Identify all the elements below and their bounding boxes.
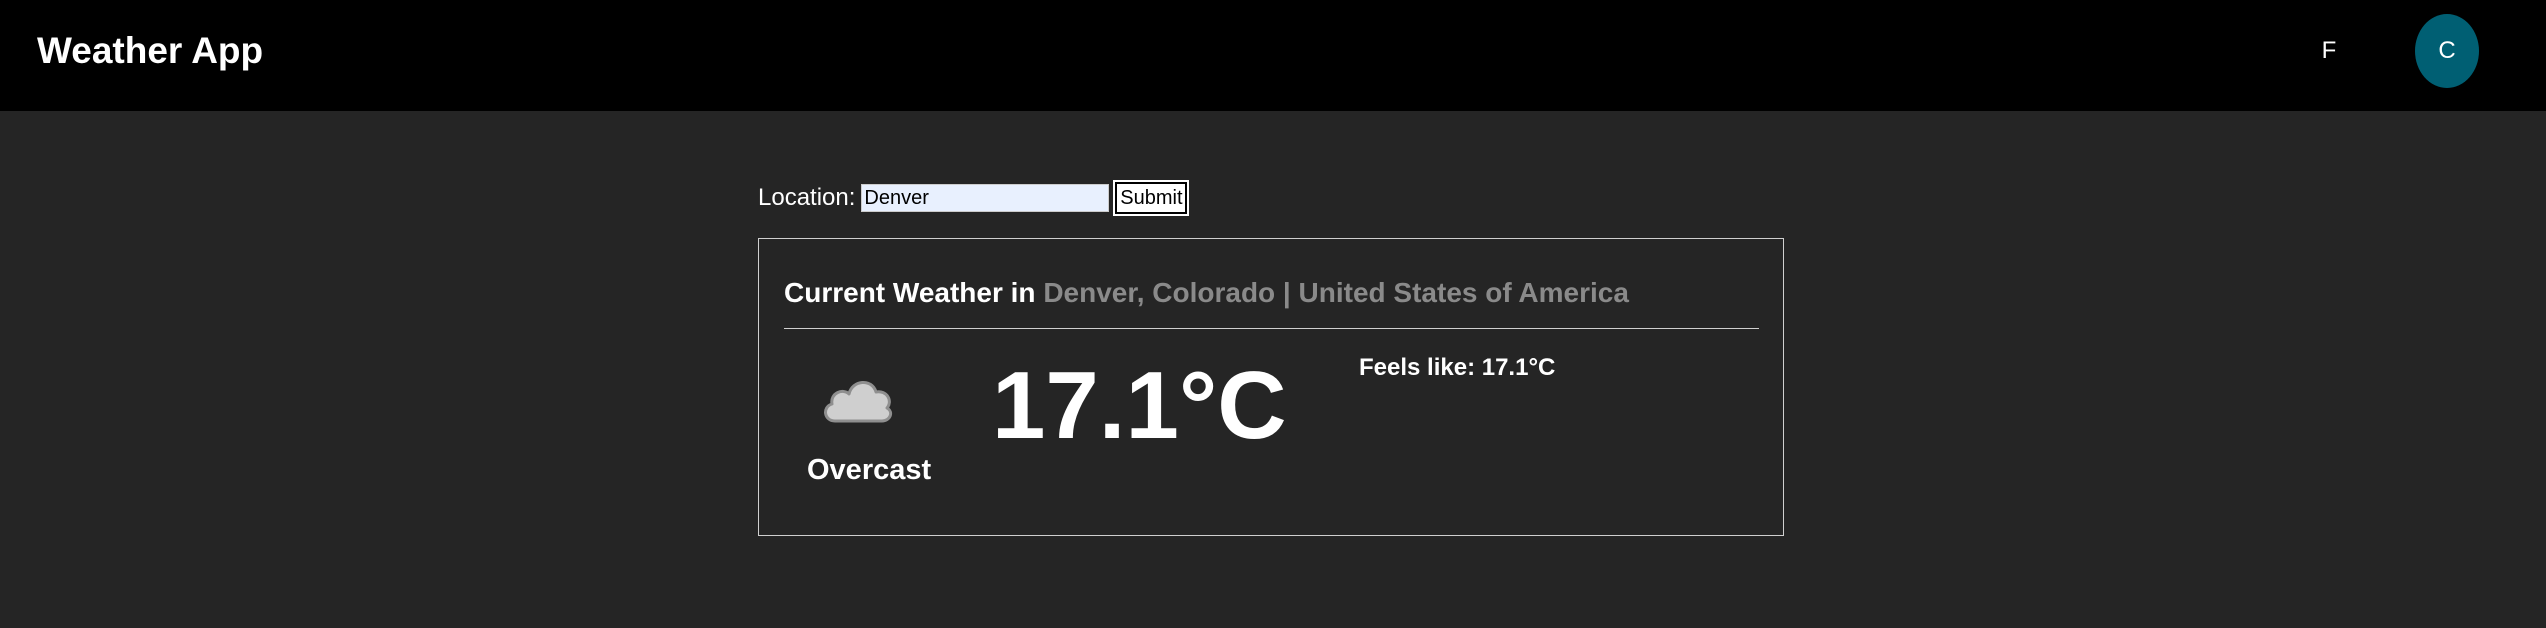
- location-name: Denver, Colorado | United States of Amer…: [1043, 277, 1629, 308]
- cloud-icon: [819, 371, 897, 429]
- current-weather-heading: Current Weather in Denver, Colorado | Un…: [784, 277, 1629, 309]
- weather-condition: Overcast: [807, 454, 932, 486]
- top-navbar: Weather App F C: [0, 0, 2546, 111]
- location-label: Location:: [758, 184, 856, 211]
- divider: [784, 328, 1759, 329]
- celsius-toggle[interactable]: C: [2415, 14, 2479, 88]
- submit-button[interactable]: Submit: [1113, 180, 1190, 216]
- heading-prefix: Current Weather in: [784, 277, 1036, 308]
- app-title: Weather App: [37, 30, 264, 71]
- location-search-form: Location: Submit: [758, 180, 1190, 216]
- fahrenheit-toggle[interactable]: F: [2306, 14, 2352, 88]
- location-input[interactable]: [861, 184, 1110, 212]
- current-temperature: 17.1°C: [992, 352, 1287, 459]
- current-weather-card: Current Weather in Denver, Colorado | Un…: [758, 238, 1784, 536]
- feels-like-temperature: Feels like: 17.1°C: [1359, 354, 1556, 381]
